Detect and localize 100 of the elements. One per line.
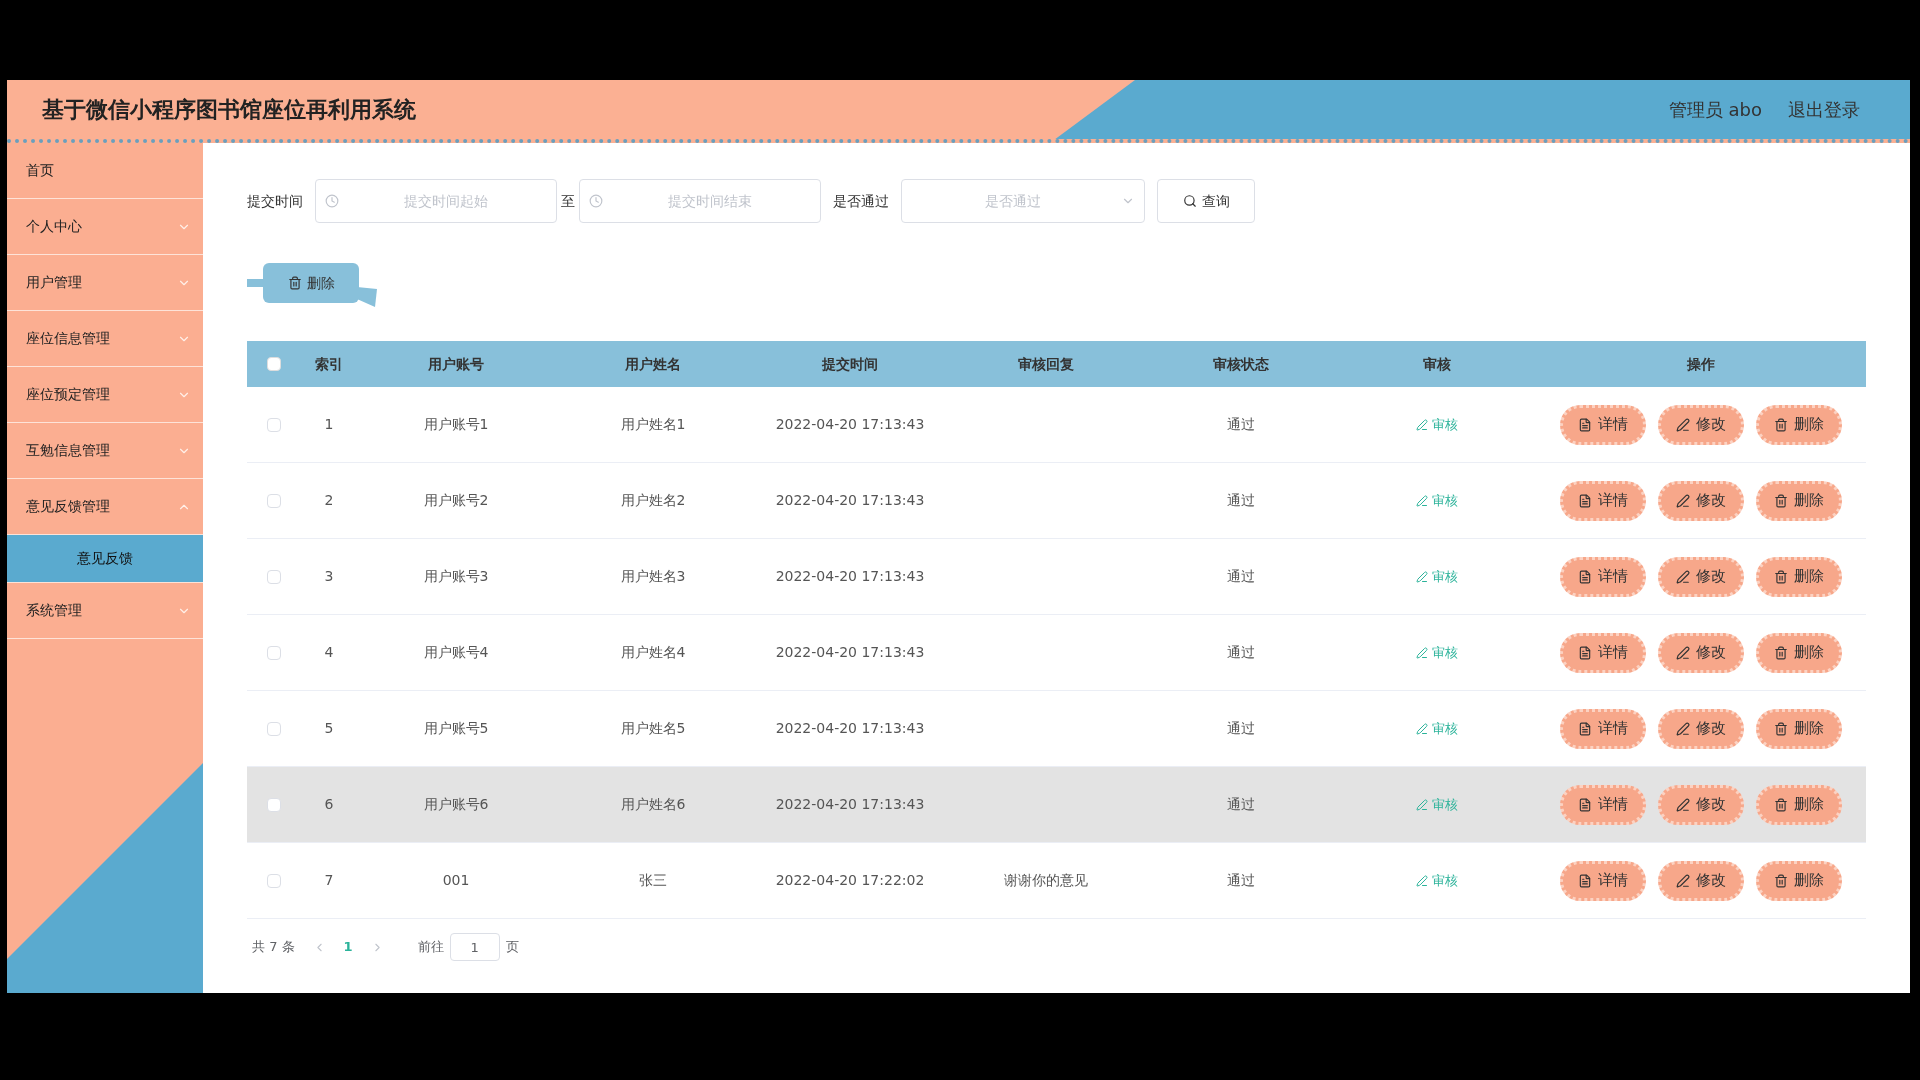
table-cell-text: 用户姓名5 (619, 719, 687, 738)
pencil-icon (1416, 646, 1428, 659)
action-button[interactable]: 删除 (1755, 860, 1842, 901)
column-header: 索引 (314, 354, 344, 374)
table-cell-text: 用户账号2 (422, 491, 490, 510)
table-cell-text: 通过 (1226, 643, 1256, 662)
column-header: 用户姓名 (624, 354, 682, 374)
table-cell-text: 2022-04-20 17:13:43 (774, 567, 926, 586)
trash-icon (1773, 569, 1788, 584)
table-cell-text: 2022-04-20 17:13:43 (774, 719, 926, 738)
sidebar-menu-item[interactable]: 个人中心 (7, 199, 203, 255)
table-cell-text: 5 (323, 719, 335, 738)
page-suffix: 页 (505, 938, 519, 957)
pencil-icon (1416, 722, 1428, 735)
action-button[interactable]: 删除 (1755, 708, 1842, 749)
row-checkbox[interactable] (266, 645, 281, 660)
sidebar-menu-item[interactable]: 互勉信息管理 (7, 423, 203, 479)
admin-name: 管理员 abo (1668, 98, 1762, 122)
menu-label: 座位信息管理 (26, 329, 110, 348)
end-date-field[interactable]: 提交时间结束 (579, 179, 821, 223)
table-cell-text: 张三 (638, 871, 668, 890)
table-cell-text: 4 (323, 643, 335, 662)
sidebar-menu-item[interactable]: 首页 (7, 143, 203, 199)
trash-icon (1773, 493, 1788, 508)
pass-select[interactable]: 是否通过 (901, 179, 1145, 223)
sidebar-menu-item[interactable]: 座位信息管理 (7, 311, 203, 367)
table-cell-text: 7 (323, 871, 335, 890)
action-button[interactable]: 详情 (1559, 860, 1646, 901)
sidebar-menu-item[interactable]: 座位预定管理 (7, 367, 203, 423)
logout-link[interactable]: 退出登录 (1788, 96, 1860, 123)
trash-icon (1773, 873, 1788, 888)
row-checkbox[interactable] (266, 873, 281, 888)
filter-label: 提交时间 (247, 191, 303, 211)
action-button[interactable]: 详情 (1559, 708, 1646, 749)
table-cell-text: 用户账号1 (422, 415, 490, 434)
table-cell-text: 用户账号5 (422, 719, 490, 738)
action-button[interactable]: 修改 (1657, 860, 1744, 901)
page-input[interactable]: 1 (449, 933, 500, 961)
table-cell-text: 2022-04-20 17:13:43 (774, 415, 926, 434)
action-button[interactable]: 删除 (1755, 556, 1842, 597)
action-button[interactable]: 详情 (1559, 480, 1646, 521)
sidebar-menu-item[interactable]: 系统管理 (7, 583, 203, 639)
query-button[interactable]: 查询 (1157, 179, 1255, 223)
action-button[interactable]: 修改 (1657, 784, 1744, 825)
menu-label: 互勉信息管理 (26, 441, 110, 460)
pencil-icon (1675, 873, 1690, 888)
row-checkbox[interactable] (266, 797, 281, 812)
action-button[interactable]: 删除 (1755, 404, 1842, 445)
pencil-icon (1675, 569, 1690, 584)
action-button[interactable]: 删除 (1755, 784, 1842, 825)
menu-label: 系统管理 (26, 601, 82, 620)
table-cell-text: 001 (441, 871, 471, 890)
table-cell-text: 3 (323, 567, 335, 586)
goto-label: 前往 (417, 938, 444, 957)
action-button[interactable]: 详情 (1559, 784, 1646, 825)
document-icon (1577, 569, 1592, 584)
menu-label: 意见反馈管理 (26, 497, 110, 516)
table-cell-text: 用户姓名4 (619, 643, 687, 662)
action-button[interactable]: 删除 (1755, 480, 1842, 521)
bulk-delete-button[interactable]: 删除 (263, 263, 359, 303)
action-button[interactable]: 详情 (1559, 632, 1646, 673)
select-all-checkbox[interactable] (266, 357, 281, 371)
trash-icon (1773, 721, 1788, 736)
action-button[interactable]: 详情 (1559, 404, 1646, 445)
action-button[interactable]: 修改 (1657, 404, 1744, 445)
document-icon (1577, 645, 1592, 660)
action-button[interactable]: 详情 (1559, 556, 1646, 597)
table-cell-text: 用户姓名2 (619, 491, 687, 510)
action-button[interactable]: 修改 (1657, 708, 1744, 749)
menu-label: 座位预定管理 (26, 385, 110, 404)
action-button[interactable]: 修改 (1657, 632, 1744, 673)
start-date-field[interactable]: 提交时间起始 (315, 179, 557, 223)
row-checkbox[interactable] (266, 493, 281, 508)
pencil-icon (1416, 798, 1428, 811)
document-icon (1577, 721, 1592, 736)
pencil-icon (1416, 570, 1428, 583)
action-button[interactable]: 修改 (1657, 480, 1744, 521)
range-separator: 至 (561, 191, 575, 211)
menu-label: 个人中心 (26, 217, 82, 236)
trash-icon (1773, 797, 1788, 812)
row-checkbox[interactable] (266, 417, 281, 432)
search-icon (1182, 194, 1197, 208)
table-cell-text: 通过 (1226, 795, 1256, 814)
table-cell-text: 通过 (1226, 415, 1256, 434)
document-icon (1577, 873, 1592, 888)
table-cell-text: 用户姓名6 (619, 795, 687, 814)
pencil-icon (1675, 721, 1690, 736)
document-icon (1577, 493, 1592, 508)
table-cell-text: 用户账号4 (422, 643, 490, 662)
sidebar-submenu-item[interactable]: 意见反馈 (7, 535, 203, 583)
action-button[interactable]: 修改 (1657, 556, 1744, 597)
sidebar-menu-item[interactable]: 用户管理 (7, 255, 203, 311)
column-header: 操作 (1685, 354, 1716, 374)
row-checkbox[interactable] (266, 569, 281, 584)
trash-icon (287, 276, 302, 290)
total-count: 共 7 条 (252, 938, 295, 957)
action-button[interactable]: 删除 (1755, 632, 1842, 673)
table-cell-text: 通过 (1226, 567, 1256, 586)
clock-icon (325, 194, 339, 208)
row-checkbox[interactable] (266, 721, 281, 736)
